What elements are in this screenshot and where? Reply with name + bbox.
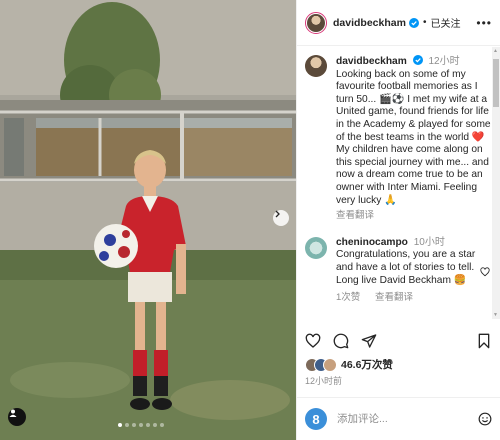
comment-item: chenino­campo 10小时 Congratulations, you … [305, 236, 492, 305]
share-button[interactable] [361, 333, 377, 349]
comment-text: Congratulations, you are a star and have… [336, 249, 476, 286]
author-username[interactable]: davidbeckham [333, 17, 406, 29]
verified-badge-icon [412, 55, 423, 65]
post-header: davidbeckham • 已关注 ••• [297, 0, 500, 46]
caption-time: 12小时 [428, 56, 460, 67]
post-timestamp[interactable]: 12小时前 [305, 374, 342, 387]
comment-input[interactable] [337, 413, 457, 425]
carousel-dot [160, 423, 164, 427]
comment-likes[interactable]: 1次赞 [336, 292, 360, 303]
add-comment-bar: 8 [297, 397, 500, 440]
carousel-indicator [118, 423, 164, 427]
caption-avatar[interactable] [305, 55, 327, 77]
carousel-dot [125, 423, 129, 427]
user-icon [9, 409, 17, 417]
likes-summary[interactable]: 46.6万次赞 [305, 357, 393, 372]
post-image[interactable] [0, 0, 296, 440]
carousel-dot [153, 423, 157, 427]
commenter-avatar[interactable] [305, 236, 327, 259]
comment-bubble-icon [333, 333, 349, 349]
caption-text: Looking back on some of my favourite foo… [336, 68, 491, 206]
tagged-users-button[interactable] [8, 408, 26, 426]
follow-status-button[interactable]: 已关注 [430, 15, 460, 30]
post-actions [305, 330, 492, 352]
comments-list: davidbeckham 12小时 Looking back on some o… [297, 47, 492, 319]
heart-icon [305, 333, 321, 348]
caption-username[interactable]: davidbeckham [336, 56, 407, 67]
like-button[interactable] [305, 333, 321, 349]
comments-scrollbar[interactable]: ▲ ▼ [492, 47, 500, 319]
caption: davidbeckham 12小时 Looking back on some o… [305, 55, 492, 223]
comment-username[interactable]: chenino­campo [336, 237, 408, 248]
comment-time: 10小时 [413, 236, 445, 248]
author-avatar[interactable] [305, 11, 327, 34]
save-button[interactable] [476, 333, 492, 349]
header-separator: • [422, 17, 427, 28]
emoji-button[interactable] [478, 412, 492, 426]
comment-translate-link[interactable]: 查看翻译 [375, 292, 413, 303]
post-photo [0, 0, 296, 440]
likes-count[interactable]: 46.6万次赞 [341, 357, 393, 372]
bookmark-icon [478, 333, 490, 349]
comment-button[interactable] [333, 333, 349, 349]
liker-avatar [323, 357, 337, 372]
carousel-next-button[interactable] [273, 210, 289, 226]
emoji-smile-icon [478, 412, 492, 426]
more-options-button[interactable]: ••• [476, 16, 492, 30]
carousel-dot [139, 423, 143, 427]
carousel-dot [146, 423, 150, 427]
chevron-right-icon [275, 210, 280, 218]
carousel-dot [118, 423, 122, 427]
paper-plane-icon [361, 334, 377, 348]
comment-like-heart-icon[interactable] [480, 267, 490, 277]
caption-translate-link[interactable]: 查看翻译 [336, 210, 492, 223]
current-user-avatar: 8 [305, 408, 327, 430]
verified-badge-icon [408, 17, 419, 28]
post-sidebar: davidbeckham • 已关注 ••• davidbeckham 12小时… [296, 0, 500, 440]
carousel-dot [132, 423, 136, 427]
